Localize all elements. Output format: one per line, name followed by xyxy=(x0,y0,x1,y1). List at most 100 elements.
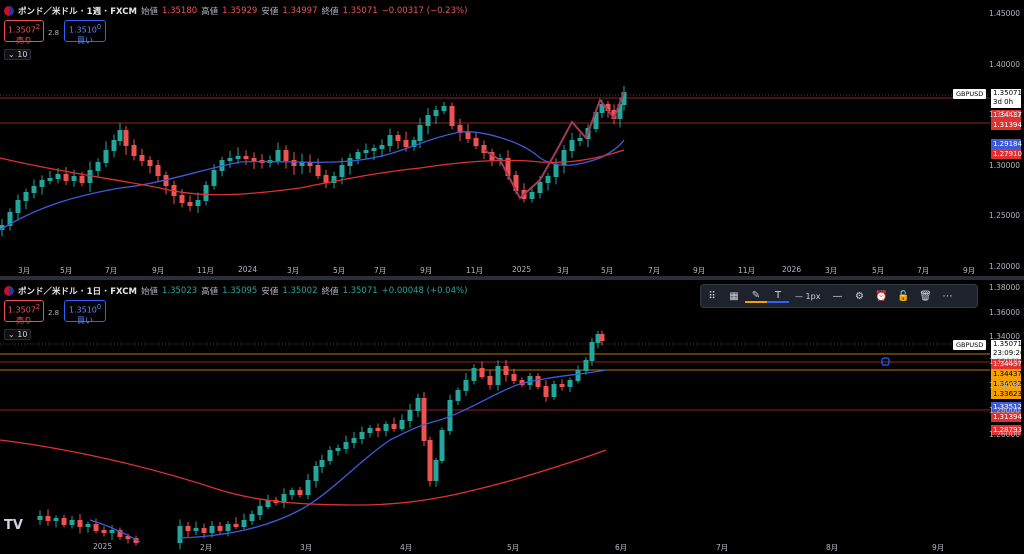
line-width-label: 1px xyxy=(805,291,821,301)
candle-body xyxy=(379,145,385,149)
candle-body xyxy=(243,156,249,159)
daily-chart-pane[interactable]: ポンド／米ドル · 1日 · FXCM 始値 1.35023 高値 1.35095 … xyxy=(0,280,1024,554)
weekly-chart-pane[interactable]: ポンド／米ドル · 1週 · FXCM 始値 1.35180 高値 1.35929 … xyxy=(0,0,1024,276)
candle-body xyxy=(583,360,589,371)
candle-body xyxy=(339,165,345,177)
candle-body xyxy=(343,442,349,449)
candle-body xyxy=(371,148,377,151)
settings-icon[interactable]: ⚙ xyxy=(848,291,870,302)
symbol-tag: GBPUSD xyxy=(953,340,987,350)
low-label: 安値 xyxy=(261,7,279,17)
sell-button[interactable]: 1.35072 売り xyxy=(4,300,44,325)
drawing-toolbar: ⠿ ▦ ✎ T — 1px — ⚙ ⏰ 🔓 🗑 ⋯ xyxy=(700,284,978,308)
weekly-chart-canvas[interactable] xyxy=(0,0,1024,276)
gbpusd-flag-icon xyxy=(4,286,14,296)
candle-body xyxy=(251,158,257,161)
candle-body xyxy=(449,106,455,126)
line-dash-icon[interactable]: — xyxy=(826,291,848,302)
candle-body xyxy=(577,138,583,141)
candle-body xyxy=(567,380,573,387)
daily-chart-canvas[interactable] xyxy=(0,280,1024,554)
candle-body xyxy=(463,380,469,391)
candle-body xyxy=(421,398,427,441)
drag-handle-icon[interactable]: ⠿ xyxy=(701,291,723,302)
candle-body xyxy=(39,180,45,187)
candle-body xyxy=(433,460,439,481)
candle-body xyxy=(101,530,107,533)
candle-body xyxy=(37,516,43,520)
candle-body xyxy=(367,428,373,433)
candle-body xyxy=(289,490,295,495)
high-label: 高値 xyxy=(201,7,219,17)
change-value: +0.00048 (+0.04%) xyxy=(381,286,468,296)
buy-price-sup: 0 xyxy=(96,303,102,311)
candle-body xyxy=(415,398,421,411)
line-width-button[interactable]: — 1px xyxy=(789,292,826,301)
layout-icon[interactable]: ▦ xyxy=(723,291,745,302)
ma-fast-line xyxy=(0,131,625,231)
candle-body xyxy=(77,520,83,527)
x-axis-label: 7月 xyxy=(105,266,118,275)
y-axis-label: 1.38000 xyxy=(988,283,1020,292)
buy-button[interactable]: 1.35100 買い xyxy=(64,300,106,325)
weekly-legend: ポンド／米ドル · 1週 · FXCM 始値 1.35180 高値 1.35929 … xyxy=(4,5,467,17)
y-axis-label: 1.36000 xyxy=(988,307,1020,317)
open-value: 1.35023 xyxy=(161,286,198,296)
candle-body xyxy=(179,195,185,203)
indicator-count: 10 xyxy=(17,330,28,339)
indicators-toggle[interactable]: ⌄ 10 xyxy=(4,49,32,60)
pencil-icon[interactable]: ✎ xyxy=(745,290,767,303)
y-axis-label: 1.32000 xyxy=(988,356,1020,366)
spread-value: 2.8 xyxy=(48,309,60,317)
indicators-toggle[interactable]: ⌄ 10 xyxy=(4,329,32,340)
candle-body xyxy=(439,430,445,461)
x-axis-label: 5月 xyxy=(872,266,885,275)
candle-body xyxy=(123,130,129,146)
y-axis-label: 1.45000 xyxy=(988,9,1020,18)
x-axis-label: 2025 xyxy=(512,265,532,274)
candle-body xyxy=(487,376,493,385)
alert-icon[interactable]: ⏰ xyxy=(870,291,892,302)
candle-body xyxy=(305,480,311,495)
candle-body xyxy=(53,518,59,521)
candle-body xyxy=(233,524,239,527)
trash-icon[interactable]: 🗑 xyxy=(914,291,936,302)
sell-button[interactable]: 1.35072 売り xyxy=(4,20,44,45)
x-axis-label: 9月 xyxy=(932,543,945,552)
line-style-icon: — xyxy=(795,291,803,301)
candle-body xyxy=(425,115,431,126)
buy-price: 1.3510 xyxy=(68,25,97,35)
bar-countdown: 3d 0h xyxy=(993,98,1014,106)
candle-body xyxy=(359,432,365,439)
candle-body xyxy=(417,125,423,141)
symbol-title[interactable]: ポンド／米ドル · 1日 · FXCM xyxy=(18,285,137,297)
candle-body xyxy=(31,186,37,193)
sell-label: 売り xyxy=(16,315,32,325)
high-value: 1.35095 xyxy=(222,286,258,296)
candle-body xyxy=(319,460,325,467)
x-axis-label: 5月 xyxy=(333,266,346,275)
candle-body xyxy=(503,366,509,375)
symbol-title[interactable]: ポンド／米ドル · 1週 · FXCM xyxy=(18,5,137,17)
spread-value: 2.8 xyxy=(48,29,60,37)
text-icon[interactable]: T xyxy=(767,290,789,303)
more-icon[interactable]: ⋯ xyxy=(936,291,958,302)
lock-icon[interactable]: 🔓 xyxy=(892,291,914,302)
candle-body xyxy=(383,424,389,431)
buy-label: 買い xyxy=(77,315,93,325)
candle-body xyxy=(599,334,605,341)
sell-price: 1.3507 xyxy=(7,25,36,35)
candle-body xyxy=(387,135,393,146)
x-axis-label: 9月 xyxy=(963,266,976,275)
candle-body xyxy=(355,152,361,159)
x-axis-label: 9月 xyxy=(152,266,165,275)
y-axis-label: 1.30000 xyxy=(988,160,1020,170)
daily-legend: ポンド／米ドル · 1日 · FXCM 始値 1.35023 高値 1.35095 … xyxy=(4,285,467,297)
candle-body xyxy=(589,342,595,361)
candle-body xyxy=(71,176,77,181)
buy-button[interactable]: 1.35100 買い xyxy=(64,20,106,45)
x-axis-label: 3月 xyxy=(557,266,570,275)
x-axis-label: 3月 xyxy=(18,266,31,275)
drawing-handle xyxy=(881,357,890,366)
candle-body xyxy=(155,165,161,176)
